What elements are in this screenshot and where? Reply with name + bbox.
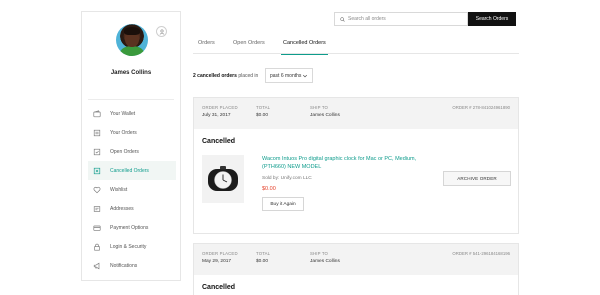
product-image[interactable]: [202, 155, 244, 203]
orders-tabs: Orders Open Orders Cancelled Orders: [193, 32, 519, 55]
order-card: ORDER PLACED May 29, 2017 TOTAL $0.00 SH…: [193, 243, 519, 295]
ship-to-label: SHIP TO: [310, 105, 329, 110]
profile-edit-button[interactable]: [156, 26, 167, 37]
address-icon: [93, 205, 101, 213]
sidebar-item-your-orders[interactable]: Your Orders: [88, 123, 176, 142]
order-filter-summary: 2 cancelled orders placed in: [193, 69, 258, 83]
account-sidebar: James Collins Your Wallet Your Orders Op…: [81, 11, 181, 281]
sidebar-item-label: Your Orders: [110, 129, 137, 136]
search-icon: [340, 16, 345, 22]
sidebar-item-wishlist[interactable]: Wishlist: [88, 180, 176, 199]
orders-icon: [93, 129, 101, 137]
megaphone-icon: [93, 262, 101, 270]
sidebar-item-open-orders[interactable]: Open Orders: [88, 142, 176, 161]
sidebar-item-notifications[interactable]: Notifications: [88, 256, 176, 275]
order-placed-date: July 31, 2017: [202, 113, 231, 118]
avatar: [116, 24, 148, 56]
period-select-value: past 6 months: [270, 72, 302, 79]
order-total: $0.00: [256, 259, 269, 264]
sidebar-item-wallet[interactable]: Your Wallet: [88, 104, 176, 123]
filter-suffix: placed in: [238, 73, 259, 79]
search-input[interactable]: [348, 16, 463, 22]
tab-orders[interactable]: Orders: [198, 32, 215, 54]
search-orders-button[interactable]: Search Orders: [468, 12, 516, 26]
ship-to-name[interactable]: James Collins: [310, 259, 340, 264]
sidebar-item-payment-options[interactable]: Payment Options: [88, 218, 176, 237]
user-icon: [159, 28, 164, 35]
order-placed-label: ORDER PLACED: [202, 251, 238, 256]
sold-by-text: Sold by: Unify.com LLC: [262, 176, 312, 181]
sidebar-item-label: Wishlist: [110, 186, 128, 193]
lock-icon: [93, 243, 101, 251]
order-total-label: TOTAL: [256, 105, 271, 110]
sidebar-item-label: Notifications: [110, 262, 138, 269]
ship-to-label: SHIP TO: [310, 251, 329, 256]
sidebar-item-cancelled-orders[interactable]: Cancelled Orders: [88, 161, 176, 180]
sidebar-item-label: Open Orders: [110, 148, 139, 155]
heart-icon: [93, 186, 101, 194]
order-status: Cancelled: [202, 138, 236, 145]
sidebar-nav: Your Wallet Your Orders Open Orders Canc…: [88, 104, 176, 275]
sidebar-item-addresses[interactable]: Addresses: [88, 199, 176, 218]
sidebar-item-label: Login & Security: [110, 243, 147, 250]
period-select[interactable]: past 6 months: [265, 68, 313, 83]
sidebar-item-label: Addresses: [110, 205, 134, 212]
ship-to-name[interactable]: James Collins: [310, 113, 340, 118]
tab-cancelled-orders[interactable]: Cancelled Orders: [281, 32, 328, 55]
order-status: Cancelled: [202, 284, 236, 291]
clock-icon: [208, 166, 238, 191]
order-total: $0.00: [256, 113, 269, 118]
wallet-icon: [93, 109, 101, 118]
order-total-label: TOTAL: [256, 251, 271, 256]
user-name: James Collins: [110, 70, 152, 76]
search-box: [334, 12, 468, 26]
sidebar-item-label: Payment Options: [110, 224, 149, 231]
order-header: ORDER PLACED July 31, 2017 TOTAL $0.00 S…: [194, 98, 518, 129]
order-count-text: 2 cancelled orders: [193, 73, 237, 79]
order-placed-label: ORDER PLACED: [202, 105, 238, 110]
buy-it-again-button[interactable]: Buy it Again: [262, 197, 304, 211]
sidebar-item-label: Cancelled Orders: [110, 167, 149, 174]
sidebar-divider: [88, 99, 174, 100]
product-price: $0.00: [262, 186, 276, 192]
order-number: ORDER # 278-841024961890: [452, 105, 510, 110]
sidebar-item-label: Your Wallet: [110, 110, 136, 117]
chevron-down-icon: [302, 74, 308, 78]
sidebar-item-login-security[interactable]: Login & Security: [88, 237, 176, 256]
order-placed-date: May 29, 2017: [202, 259, 232, 264]
credit-card-icon: [93, 224, 101, 232]
archive-order-button[interactable]: ARCHIVE ORDER: [443, 171, 511, 186]
open-orders-icon: [93, 148, 101, 156]
order-header: ORDER PLACED May 29, 2017 TOTAL $0.00 SH…: [194, 244, 518, 275]
product-title-link[interactable]: Wacom Intuos Pro digital graphic clock f…: [262, 155, 432, 171]
tab-open-orders[interactable]: Open Orders: [233, 32, 265, 54]
order-number: ORDER # 541-296184168196: [452, 251, 510, 256]
order-card: ORDER PLACED July 31, 2017 TOTAL $0.00 S…: [193, 97, 519, 234]
cancelled-orders-icon: [93, 167, 101, 175]
